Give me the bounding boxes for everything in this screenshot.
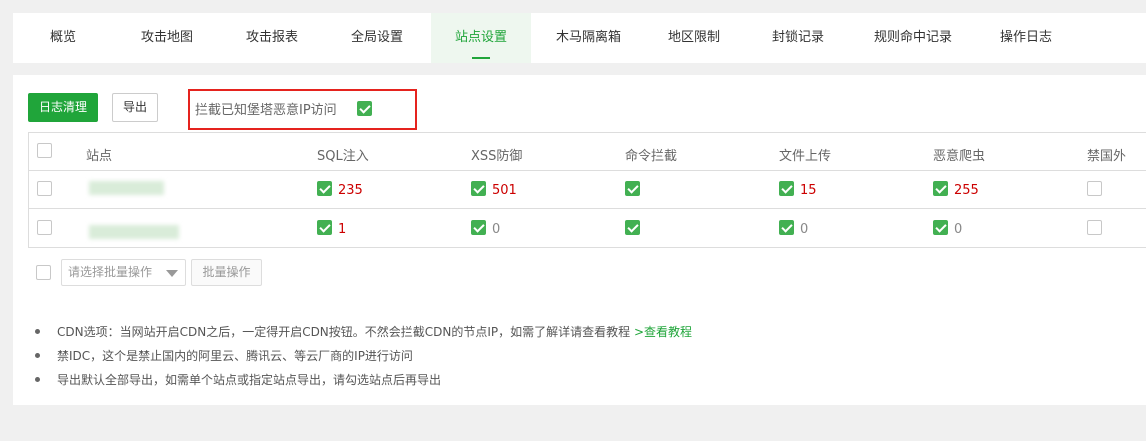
crawler-toggle[interactable] [933,181,948,196]
batch-select-placeholder: 请选择批量操作 [68,265,153,279]
list-item: CDN选项：当网站开启CDN之后，一定得开启CDN按钮。不然会拦截CDN的节点I… [35,323,692,340]
col-cmd: 命令拦截 [625,149,678,164]
xss-count: 0 [492,222,501,237]
cmd-toggle[interactable] [625,181,640,196]
site-name-redacted[interactable] [89,181,164,195]
table-row: 1 0 0 0 [29,210,1146,248]
tab-block-records[interactable]: 封锁记录 [742,13,854,63]
block-bastion-label: 拦截已知堡塔恶意IP访问 [195,103,337,118]
site-name-redacted[interactable] [89,225,179,239]
tab-rule-hit-records[interactable]: 规则命中记录 [854,13,972,63]
tab-site-settings[interactable]: 站点设置 [431,13,531,63]
batch-select-all-checkbox[interactable] [36,265,51,280]
crawler-toggle[interactable] [933,220,948,235]
site-table: 站点 SQL注入 XSS防御 命令拦截 文件上传 恶意爬虫 禁国外 235 50… [28,132,1146,248]
upload-toggle[interactable] [779,220,794,235]
tip-text: CDN选项：当网站开启CDN之后，一定得开启CDN按钮。不然会拦截CDN的节点I… [57,325,634,339]
select-all-checkbox[interactable] [37,143,52,158]
list-item: 导出默认全部导出，如需单个站点或指定站点导出，请勾选站点后再导出 [35,371,441,388]
sql-count: 1 [338,222,347,237]
cmd-toggle[interactable] [625,220,640,235]
col-crawler: 恶意爬虫 [933,149,986,164]
clear-log-button[interactable]: 日志清理 [28,93,98,122]
tab-operation-log[interactable]: 操作日志 [972,13,1080,63]
row-checkbox[interactable] [37,220,52,235]
nav-tabbar: 概览 攻击地图 攻击报表 全局设置 站点设置 木马隔离箱 地区限制 封锁记录 规… [13,13,1146,63]
col-upload: 文件上传 [779,149,832,164]
tip-text: 导出默认全部导出，如需单个站点或指定站点导出，请勾选站点后再导出 [57,373,442,387]
sql-count: 235 [338,183,363,198]
bullet-icon [35,353,40,358]
chevron-down-icon [166,270,178,277]
upload-count: 0 [800,222,809,237]
xss-toggle[interactable] [471,220,486,235]
table-header: 站点 SQL注入 XSS防御 命令拦截 文件上传 恶意爬虫 禁国外 [29,133,1146,171]
col-foreign: 禁国外 [1087,149,1127,164]
bullet-icon [35,329,40,334]
crawler-count: 255 [954,183,979,198]
col-site: 站点 [86,149,113,164]
sql-toggle[interactable] [317,220,332,235]
tab-global-settings[interactable]: 全局设置 [323,13,431,63]
tip-text: 禁IDC，这个是禁止国内的阿里云、腾讯云、等云厂商的IP进行访问 [57,349,413,363]
list-item: 禁IDC，这个是禁止国内的阿里云、腾讯云、等云厂商的IP进行访问 [35,347,413,364]
upload-count: 15 [800,183,817,198]
site-settings-panel: 日志清理 导出 拦截已知堡塔恶意IP访问 站点 SQL注入 XSS防御 命令拦截… [13,75,1146,405]
foreign-toggle[interactable] [1087,181,1102,196]
col-sql: SQL注入 [317,149,369,164]
xss-count: 501 [492,183,517,198]
foreign-toggle[interactable] [1087,220,1102,235]
table-row: 235 501 15 255 [29,171,1146,209]
upload-toggle[interactable] [779,181,794,196]
xss-toggle[interactable] [471,181,486,196]
tab-region-limit[interactable]: 地区限制 [646,13,742,63]
row-checkbox[interactable] [37,181,52,196]
col-xss: XSS防御 [471,149,523,164]
batch-operation-button[interactable]: 批量操作 [191,259,262,286]
crawler-count: 0 [954,222,963,237]
tutorial-link[interactable]: >查看教程 [634,325,692,339]
tab-attack-report[interactable]: 攻击报表 [221,13,323,63]
export-button[interactable]: 导出 [112,93,158,122]
batch-operation-select[interactable]: 请选择批量操作 [61,259,186,286]
block-bastion-checkbox[interactable] [357,101,372,116]
tab-trojan-quarantine[interactable]: 木马隔离箱 [531,13,646,63]
sql-toggle[interactable] [317,181,332,196]
tab-attack-map[interactable]: 攻击地图 [113,13,221,63]
tab-overview[interactable]: 概览 [13,13,113,63]
bullet-icon [35,377,40,382]
